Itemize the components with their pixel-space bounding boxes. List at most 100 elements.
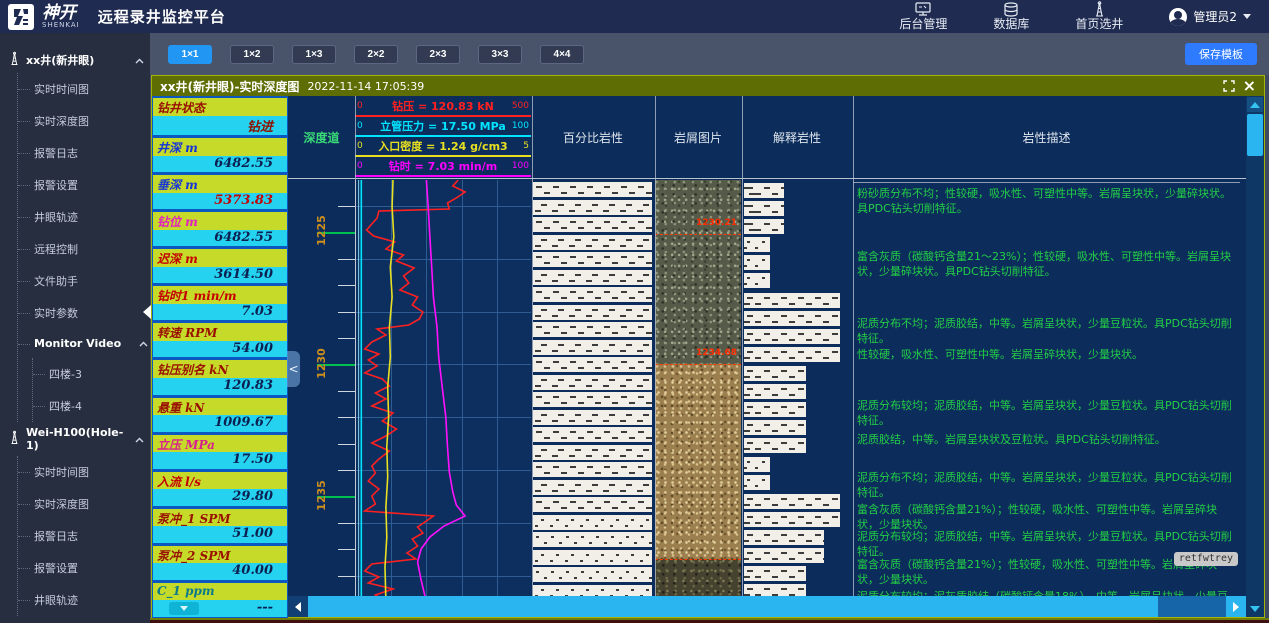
interp-lithology-cell: [744, 530, 824, 545]
sidebar-item-报警设置[interactable]: 报警设置: [18, 552, 150, 584]
chevron-down-icon: [1243, 14, 1251, 19]
nav-item-database[interactable]: 数据库: [993, 2, 1029, 32]
nav-item-well-select[interactable]: 首页选井: [1075, 1, 1123, 32]
column-separator: [532, 96, 533, 596]
parameter-value: 54.00: [153, 341, 287, 358]
sidebar-item-远程控制[interactable]: 远程控制: [18, 233, 150, 265]
video-subtree: 四楼-3四楼-4: [32, 358, 150, 422]
parameter-label: 垂深 m: [153, 175, 287, 193]
sidebar-item-报警日志[interactable]: 报警日志: [18, 137, 150, 169]
lithology-strip: [533, 480, 652, 495]
depth-label: 1230: [315, 348, 328, 379]
scroll-right-button[interactable]: [1226, 596, 1246, 617]
parameter-row: 泵冲_2 SPM40.00: [152, 544, 288, 581]
parameter-row: 钻位 m6482.55: [152, 210, 288, 247]
lithology-strip: [533, 410, 652, 425]
sidebar-item-报警日志[interactable]: 报警日志: [18, 520, 150, 552]
layout-tab-2×3[interactable]: 2×3: [416, 45, 460, 64]
sidebar-item-文件助手[interactable]: 文件助手: [18, 265, 150, 297]
realtime-depth-panel: xx井(新井眼)-实时深度图 2022-11-14 17:05:39 × 钻井状…: [151, 75, 1265, 618]
cuttings-photo-tan: [655, 364, 741, 559]
lithology-strip: [533, 235, 652, 250]
column-separator: [355, 96, 356, 596]
lithology-strip: [533, 270, 652, 285]
sidebar-well-header[interactable]: xx井(新井眼): [0, 47, 150, 73]
triangle-down-icon: [1250, 606, 1260, 612]
curve-min-value: 0: [357, 158, 363, 175]
parameter-value: 3614.50: [153, 267, 287, 284]
vertical-scroll-thumb[interactable]: [1247, 114, 1263, 156]
parameter-row: 入流 l/s29.80: [152, 470, 288, 507]
fullscreen-icon[interactable]: [1223, 80, 1235, 92]
curve-legend-row: 入口密度 = 1.24 g/cm305: [355, 138, 531, 157]
depth-chart-area: 深度道 钻压 = 120.83 kN0500立管压力 = 17.50 MPa01…: [288, 96, 1246, 617]
layout-tab-2×2[interactable]: 2×2: [354, 45, 398, 64]
sidebar-item-实时深度图[interactable]: 实时深度图: [18, 105, 150, 137]
lithology-strip: [533, 445, 652, 460]
layout-tab-1×1[interactable]: 1×1: [168, 45, 212, 64]
parameter-value: 6482.55: [153, 156, 287, 173]
vertical-scrollbar: [1246, 96, 1264, 617]
save-template-button[interactable]: 保存模板: [1185, 43, 1257, 65]
parameter-label: 迟深 m: [153, 249, 287, 267]
minor-depth-tick: [338, 391, 355, 392]
top-nav: 后台管理 数据库 首页选井 管理员2: [899, 1, 1251, 32]
column-separator: [742, 96, 743, 596]
layout-tab-3×3[interactable]: 3×3: [478, 45, 522, 64]
lithology-strip: [533, 567, 652, 582]
sidebar-item-报警设置[interactable]: 报警设置: [18, 169, 150, 201]
parameter-value: 6482.55: [153, 230, 287, 247]
lithology-description-text: 泥质胶结，中等。岩屑呈块状及豆粒状。具PDC钻头切削特征。: [857, 432, 1236, 447]
lithology-strip: [533, 200, 652, 215]
sidebar-item-四楼-3[interactable]: 四楼-3: [33, 358, 150, 390]
sidebar-group-monitor-video[interactable]: Monitor Video: [18, 329, 150, 358]
parameter-label: 钻位 m: [153, 212, 287, 230]
lithology-description-column: 粉砂质分布不均；性较硬，吸水性、可塑性中等。岩屑呈块状，少量碎块状。具PDC钻头…: [853, 180, 1240, 596]
layout-tab-1×2[interactable]: 1×2: [230, 45, 274, 64]
lithology-description-text: 性较硬，吸水性、可塑性中等。岩屑呈碎块状，少量块状。: [857, 347, 1236, 362]
sidebar-well-header[interactable]: Wei-H100(Hole-1): [0, 422, 150, 456]
parameter-row: 转速 RPM54.00: [152, 321, 288, 358]
sidebar-item-井眼轨迹[interactable]: 井眼轨迹: [18, 201, 150, 233]
interp-lithology-cell: [744, 329, 840, 344]
parameter-value: 7.03: [153, 304, 287, 321]
scroll-up-button[interactable]: [1247, 97, 1263, 112]
panel-title: xx井(新井眼)-实时深度图: [160, 78, 299, 95]
sidebar-item-实时参数[interactable]: 实时参数: [18, 297, 150, 329]
lithology-strip: [533, 322, 652, 337]
minor-depth-tick: [338, 338, 355, 339]
minor-depth-tick: [338, 444, 355, 445]
sidebar-item-实时深度图[interactable]: 实时深度图: [18, 488, 150, 520]
nav-item-admin[interactable]: 后台管理: [899, 2, 947, 32]
chevron-down-icon: [180, 606, 188, 611]
close-icon[interactable]: ×: [1243, 78, 1256, 94]
chevron-up-icon: [135, 54, 144, 67]
user-menu[interactable]: 管理员2: [1169, 8, 1251, 26]
sidebar-item-井眼轨迹[interactable]: 井眼轨迹: [18, 584, 150, 616]
sidebar-item-实时时间图[interactable]: 实时时间图: [18, 456, 150, 488]
lithology-strip: [533, 182, 652, 197]
interp-lithology-cell: [744, 438, 806, 453]
layout-tab-4×4[interactable]: 4×4: [540, 45, 584, 64]
scroll-left-button[interactable]: [288, 596, 308, 617]
scroll-down-button[interactable]: [1247, 601, 1263, 616]
brand-block: 神开 SHENKAI: [42, 5, 80, 29]
interp-lithology-cell: [744, 384, 806, 399]
sidebar-collapse-handle[interactable]: [143, 305, 151, 319]
sidebar-item-四楼-4[interactable]: 四楼-4: [33, 390, 150, 422]
parameter-panel-collapse-handle[interactable]: <: [287, 351, 300, 387]
parameter-row: 立压 MPa17.50: [152, 433, 288, 470]
parameter-value: 5373.83: [153, 193, 287, 210]
parameter-row: 钻压别名 kN120.83: [152, 358, 288, 395]
minor-depth-tick: [338, 523, 355, 524]
sidebar-item-实时时间图[interactable]: 实时时间图: [18, 73, 150, 105]
nav-label: 首页选井: [1075, 17, 1123, 32]
layout-tab-1×3[interactable]: 1×3: [292, 45, 336, 64]
horizontal-scroll-thumb[interactable]: [308, 596, 1158, 617]
interp-lithology-cell: [744, 273, 770, 288]
panel-title-bar: xx井(新井眼)-实时深度图 2022-11-14 17:05:39 ×: [152, 76, 1264, 96]
parameter-dropdown-button[interactable]: [169, 602, 199, 615]
parameter-value: 29.80: [153, 489, 287, 506]
lithology-strip: [533, 515, 652, 530]
interpreted-lithology-column: [742, 180, 852, 596]
